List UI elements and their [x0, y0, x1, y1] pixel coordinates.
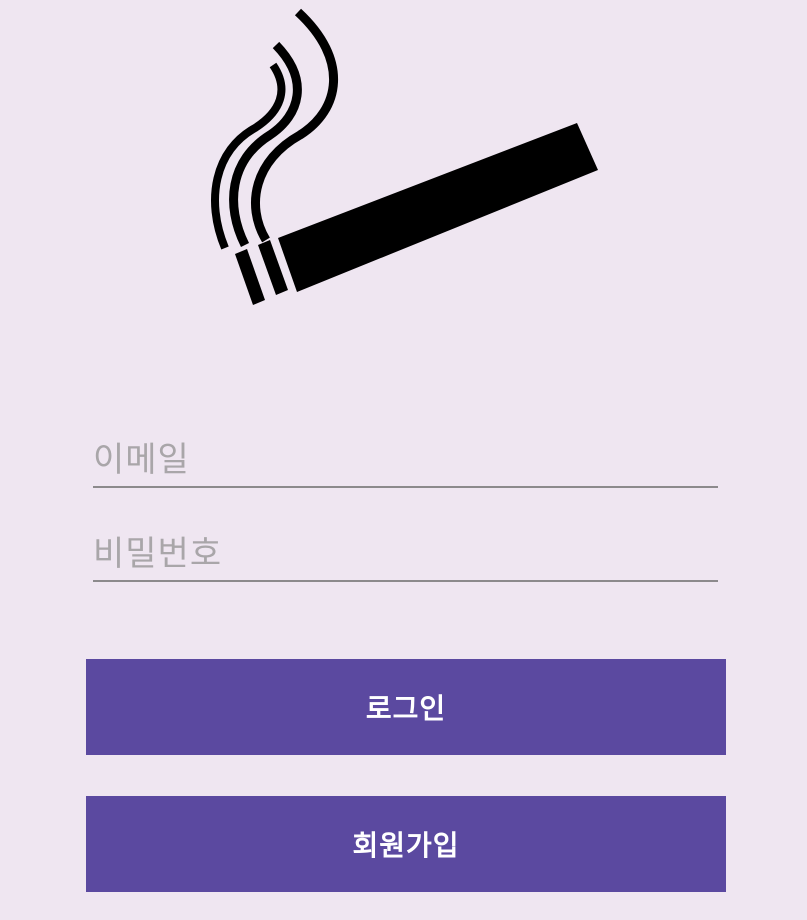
- email-field[interactable]: [93, 428, 718, 488]
- signup-button[interactable]: 회원가입: [86, 796, 726, 892]
- password-field[interactable]: [93, 522, 718, 582]
- email-input[interactable]: [93, 440, 718, 480]
- smoking-icon: [200, 0, 620, 320]
- password-input[interactable]: [93, 534, 718, 574]
- login-button[interactable]: 로그인: [86, 659, 726, 755]
- login-screen: 로그인 회원가입: [0, 0, 807, 920]
